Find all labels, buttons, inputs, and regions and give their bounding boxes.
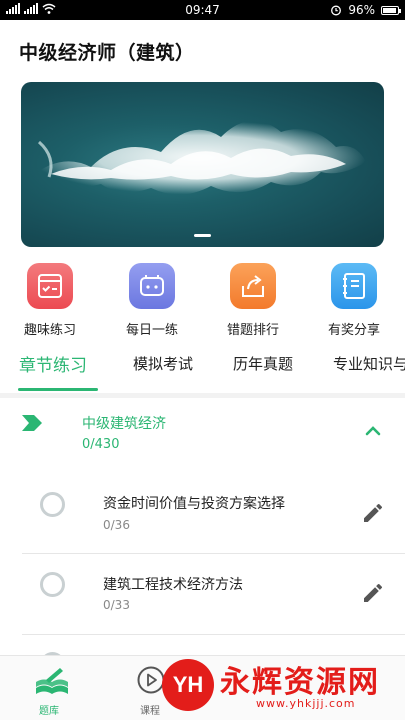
quick-action-reward-share[interactable]: 有奖分享 [314,263,394,338]
alarm-icon [331,5,342,16]
carousel-indicator[interactable] [194,234,211,237]
battery-percent: 96% [348,3,375,17]
notebook-icon [331,263,377,309]
quick-action-label: 有奖分享 [327,323,380,338]
status-bar: 09:47 96% [0,0,405,20]
chapter-progress: 0/430 [82,437,120,452]
watermark-text: 永辉资源网 [220,665,380,700]
tab-mock-exam[interactable]: 模拟考试 [133,353,193,374]
chevron-up-icon[interactable] [362,423,384,437]
nav-question-bank[interactable]: 题库 [39,702,59,717]
share-box-icon [230,263,276,309]
page-title: 中级经济师（建筑） [19,42,195,64]
status-right: 96% [330,3,401,17]
tab-professional-knowledge[interactable]: 专业知识与 [333,353,405,374]
item-status-circle [40,572,65,597]
chapter-marker-icon [22,415,42,431]
item-progress: 0/33 [103,598,130,612]
nav-course[interactable]: 课程 [140,702,160,717]
pencil-icon[interactable] [361,501,385,525]
item-separator [22,553,405,554]
quick-action-daily-practice[interactable]: 每日一练 [112,263,192,338]
item-title[interactable]: 建筑工程技术经济方法 [103,574,243,594]
battery-icon [381,5,401,15]
quick-action-wrong-ranking[interactable]: 错题排行 [213,263,293,338]
quick-action-fun-practice[interactable]: 趣味练习 [10,263,90,338]
pencil-icon[interactable] [361,581,385,605]
item-status-circle [40,492,65,517]
banner-image [31,120,366,195]
watermark-url: www.yhkjjj.com [256,697,356,710]
question-bank-icon[interactable] [34,666,70,696]
active-tab-indicator [18,388,98,391]
banner-carousel[interactable] [21,82,384,247]
calendar-icon [129,263,175,309]
tab-bar: 章节练习 模拟考试 历年真题 专业知识与 [0,345,405,393]
quiz-board-icon [27,263,73,309]
item-title[interactable]: 资金时间价值与投资方案选择 [103,493,285,513]
watermark-logo: YH [162,659,214,711]
watermark: YH 永辉资源网 www.yhkjjj.com [160,655,405,720]
quick-action-label: 错题排行 [226,323,279,338]
quick-action-label: 趣味练习 [23,323,76,338]
chapter-title[interactable]: 中级建筑经济 [82,413,166,433]
item-separator [22,634,405,635]
tab-chapter-practice[interactable]: 章节练习 [19,351,87,376]
quick-action-label: 每日一练 [125,323,178,338]
item-progress: 0/36 [103,518,130,532]
tab-past-papers[interactable]: 历年真题 [233,353,293,374]
section-divider [0,393,405,398]
